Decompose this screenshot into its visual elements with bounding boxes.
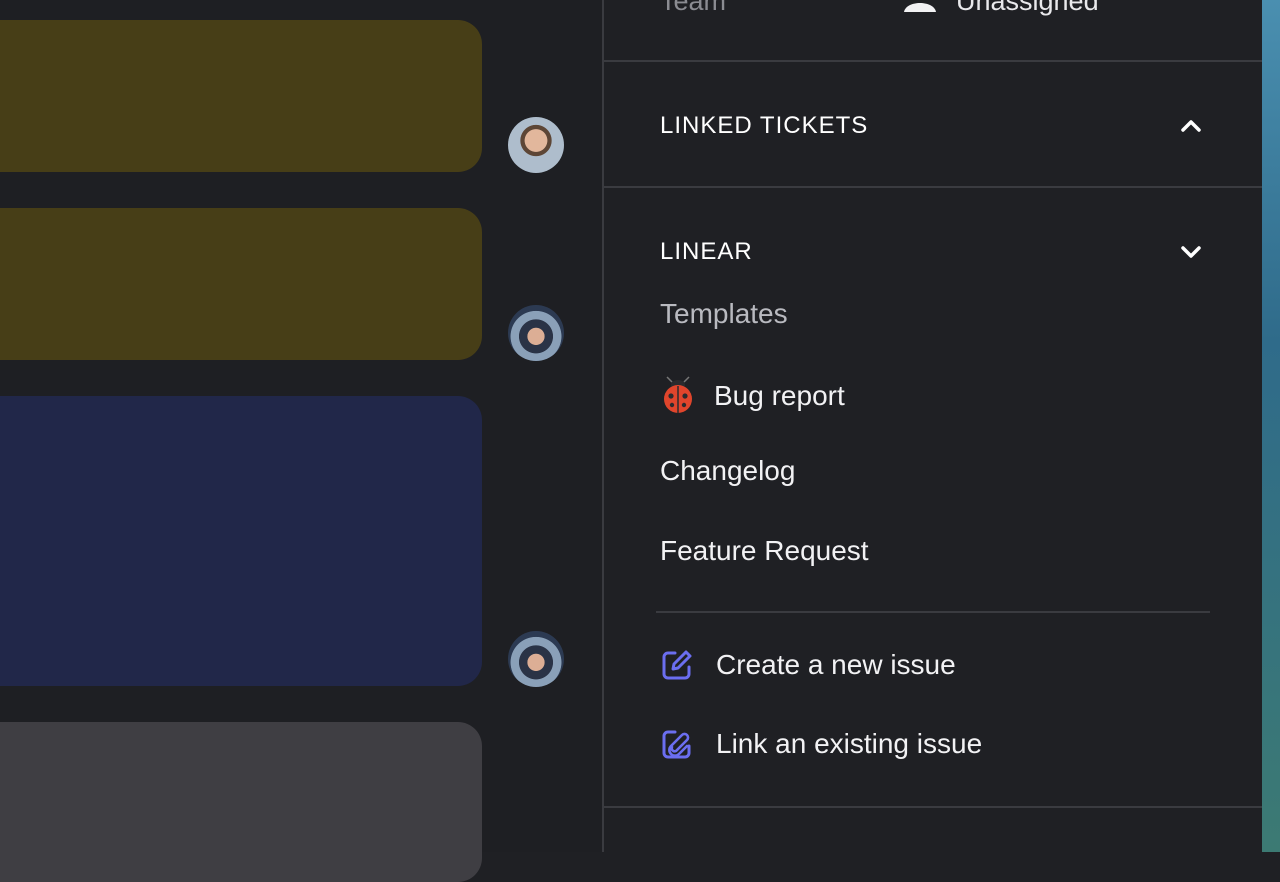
person-icon — [904, 3, 936, 12]
link-issue-button[interactable]: Link an existing issue — [660, 727, 982, 761]
create-issue-button[interactable]: Create a new issue — [660, 648, 956, 682]
message-bubble[interactable] — [0, 208, 482, 360]
menu-divider — [656, 611, 1210, 613]
linked-tickets-heading[interactable]: LINKED TICKETS — [660, 112, 868, 140]
team-row[interactable]: Team Unassigned — [604, 0, 1262, 62]
template-label: Changelog — [660, 455, 796, 486]
window-edge — [1262, 0, 1280, 852]
create-issue-label: Create a new issue — [716, 649, 956, 680]
message-bubble[interactable] — [0, 722, 482, 882]
chevron-up-icon[interactable] — [1180, 119, 1202, 133]
linear-heading[interactable]: LINEAR — [660, 238, 753, 266]
template-label: Feature Request — [660, 535, 869, 566]
link-edit-icon — [662, 730, 691, 759]
template-label: Bug report — [714, 380, 845, 411]
section-divider — [604, 186, 1262, 188]
ladybug-icon — [664, 376, 692, 413]
avatar[interactable] — [508, 305, 564, 361]
template-feature-request[interactable]: Feature Request — [660, 535, 869, 567]
templates-label: Templates — [660, 298, 788, 329]
chevron-down-icon[interactable] — [1180, 245, 1202, 259]
conversation-pane — [0, 0, 602, 882]
edit-icon — [662, 650, 692, 680]
template-bug-report[interactable]: Bug report — [660, 376, 845, 416]
details-panel: Team Unassigned LINKED TICKETS LINEAR Te… — [602, 0, 1262, 852]
link-issue-label: Link an existing issue — [716, 728, 983, 759]
team-value[interactable]: Unassigned — [956, 0, 1099, 17]
section-divider — [604, 806, 1262, 808]
template-changelog[interactable]: Changelog — [660, 455, 795, 487]
message-bubble[interactable] — [0, 396, 482, 686]
team-label: Team — [660, 0, 727, 16]
avatar[interactable] — [508, 631, 564, 687]
message-bubble[interactable] — [0, 20, 482, 172]
avatar[interactable] — [508, 117, 564, 173]
